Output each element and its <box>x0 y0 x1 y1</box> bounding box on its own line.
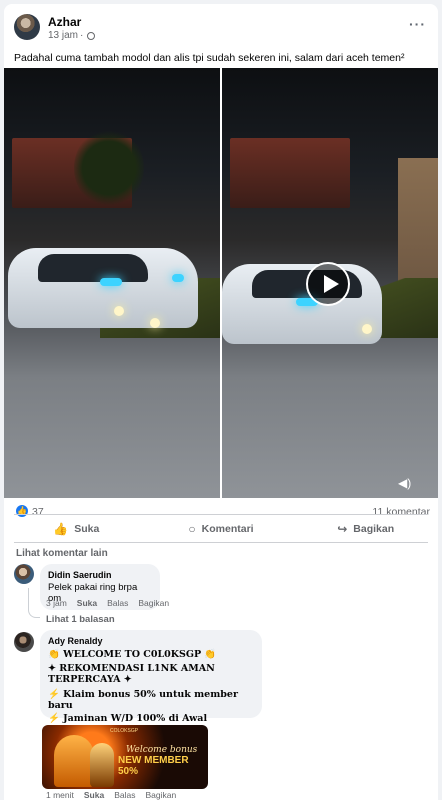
more-options-icon[interactable]: ··· <box>409 16 426 32</box>
headlight <box>172 274 184 282</box>
comment-icon: ○ <box>188 522 196 536</box>
like-button[interactable]: 👍 Suka <box>4 516 149 542</box>
comment-reply-button[interactable]: Balas <box>114 790 135 800</box>
divider <box>14 542 428 543</box>
comment-share-button[interactable]: Bagikan <box>138 598 169 608</box>
author-avatar[interactable] <box>14 14 40 40</box>
comment-share-button[interactable]: Bagikan <box>145 790 176 800</box>
thumbs-up-icon: 👍 <box>53 522 69 536</box>
commenter-avatar[interactable] <box>14 564 34 584</box>
author-name[interactable]: Azhar <box>48 15 81 29</box>
banner-figure <box>90 743 114 787</box>
like-label: Suka <box>74 523 100 535</box>
comment-image[interactable]: COLOKSGP Welcome bonus NEW MEMBER 50% <box>42 725 208 789</box>
post-header: Azhar 13 jam · ··· <box>4 4 438 44</box>
comment-reply-button[interactable]: Balas <box>107 598 128 608</box>
comment-button[interactable]: ○ Komentari <box>149 516 294 542</box>
comment-like-button[interactable]: Suka <box>77 598 97 608</box>
house-background <box>230 138 350 208</box>
tree-silhouette <box>74 128 144 208</box>
play-button-icon[interactable] <box>306 262 350 306</box>
promo-item: ⚡ Klaim bonus 50% untuk member baru <box>48 689 238 711</box>
commenter-avatar[interactable] <box>14 632 34 652</box>
meta-dot: · <box>80 30 84 41</box>
promo-welcome-line: 👏 WELCOME TO C0L0KSGP 👏 <box>48 649 217 660</box>
see-more-comments[interactable]: Lihat komentar lain <box>16 548 108 559</box>
comment-meta: 1 menit Suka Balas Bagikan <box>46 790 176 800</box>
post-card: Azhar 13 jam · ··· Padahal cuma tambah m… <box>4 4 438 800</box>
reply-thread-line <box>28 588 40 618</box>
comment-time[interactable]: 3 jam <box>46 598 67 608</box>
globe-icon <box>87 31 96 40</box>
post-media[interactable]: ◀) <box>4 68 438 498</box>
comment-bubble: Ady Renaldy 👏 WELCOME TO C0L0KSGP 👏 ✦ RE… <box>40 630 262 748</box>
view-replies-link[interactable]: Lihat 1 balasan <box>46 614 115 625</box>
fog-light <box>114 306 124 316</box>
commenter-name[interactable]: Ady Renaldy <box>48 636 254 646</box>
video-right[interactable]: ◀) <box>222 68 438 498</box>
post-caption: Padahal cuma tambah modol dan alis tpi s… <box>14 52 405 64</box>
banner-member-text: NEW MEMBER 50% <box>118 755 189 777</box>
share-icon: ↪ <box>337 522 348 536</box>
action-bar: 👍 Suka ○ Komentari ↪ Bagikan <box>4 516 438 542</box>
fog-light <box>150 318 160 328</box>
share-label: Bagikan <box>353 523 395 535</box>
banner-logo: COLOKSGP <box>110 728 139 734</box>
comment-meta: 3 jam Suka Balas Bagikan <box>46 598 169 608</box>
comment-like-button[interactable]: Suka <box>84 790 104 800</box>
promo-recommend-line: ✦ REKOMENDASI L1NK AMAN TERPERCAYA ✦ <box>48 663 215 685</box>
commenter-name[interactable]: Didin Saerudin <box>48 570 152 580</box>
divider <box>14 514 428 515</box>
fog-light <box>362 324 372 334</box>
comment-time[interactable]: 1 menit <box>46 790 74 800</box>
headlight <box>100 278 122 286</box>
volume-icon[interactable]: ◀) <box>398 476 411 490</box>
post-time[interactable]: 13 jam <box>48 30 78 41</box>
banner-figure <box>54 735 94 787</box>
banner-welcome-text: Welcome bonus <box>126 745 198 755</box>
post-meta: 13 jam · <box>48 30 96 41</box>
share-button[interactable]: ↪ Bagikan <box>293 516 438 542</box>
car-image <box>8 248 198 328</box>
comment-label: Komentari <box>201 523 254 535</box>
photo-left[interactable] <box>4 68 220 498</box>
